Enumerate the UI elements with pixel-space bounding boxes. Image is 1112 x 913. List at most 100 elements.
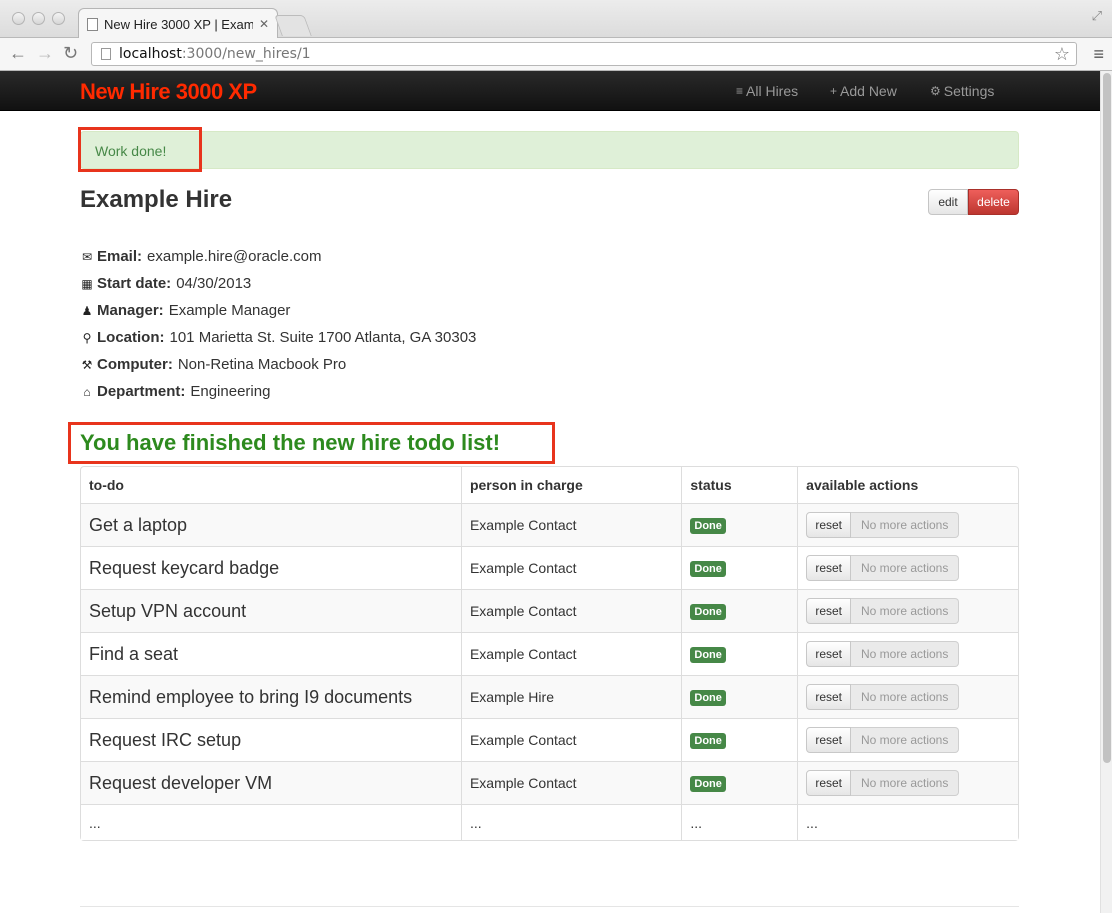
user-icon: ♟ (81, 303, 93, 318)
scrollbar-thumb[interactable] (1103, 73, 1111, 763)
no-more-actions-button: No more actions (851, 555, 960, 581)
navbar: New Hire 3000 XP ≡ All Hires + Add New ⚙… (0, 71, 1100, 111)
nav-link-label: Add New (840, 83, 897, 99)
task-cell: Request IRC setup (81, 718, 461, 761)
actions-cell: reset No more actions (797, 503, 1018, 546)
nav-settings[interactable]: ⚙ Settings (930, 83, 994, 99)
status-cell: Done (681, 589, 798, 632)
reset-button[interactable]: reset (806, 598, 852, 624)
address-bar[interactable]: localhost:3000/new_hires/1 ☆ (91, 42, 1077, 66)
footer-divider (80, 906, 1019, 907)
detail-label: Start date: (97, 275, 172, 292)
task-cell: Setup VPN account (81, 589, 461, 632)
status-badge: Done (690, 518, 726, 534)
nav-link-label: All Hires (746, 83, 799, 99)
calendar-icon: ▦ (81, 276, 93, 291)
status-cell: Done (681, 503, 798, 546)
table-header-row: to-do person in charge status available … (81, 467, 1018, 503)
person-cell: Example Contact (460, 503, 682, 546)
actions-cell: reset No more actions (797, 632, 1018, 675)
detail-label: Manager: (97, 302, 164, 319)
envelope-icon: ✉ (81, 249, 93, 264)
table-row: Request IRC setup Example Contact Done r… (81, 718, 1018, 761)
status-badge: Done (690, 776, 726, 792)
reset-button[interactable]: reset (806, 727, 852, 753)
status-cell: Done (681, 761, 798, 804)
success-alert: Work done! (80, 131, 1019, 169)
browser-toolbar: ← → ↻ localhost:3000/new_hires/1 ☆ ≡ (0, 38, 1112, 71)
detail-label: Computer: (97, 356, 173, 373)
tab-title: New Hire 3000 XP | Example Hire (104, 16, 253, 32)
detail-value: Non-Retina Macbook Pro (177, 356, 347, 373)
status-cell: Done (681, 718, 798, 761)
list-icon: ≡ (736, 84, 744, 98)
detail-value: example.hire@oracle.com (147, 248, 322, 265)
ellipsis-cell: ... (81, 804, 461, 840)
table-row: Setup VPN account Example Contact Done r… (81, 589, 1018, 632)
cog-icon: ⚙ (930, 84, 941, 98)
actions-cell: reset No more actions (797, 718, 1018, 761)
hire-details: ✉ Email: example.hire@oracle.com ▦ Start… (80, 243, 476, 405)
person-cell: Example Hire (460, 675, 682, 718)
actions-cell: reset No more actions (797, 761, 1018, 804)
status-badge: Done (690, 690, 726, 706)
task-cell: Remind employee to bring I9 documents (81, 675, 461, 718)
browser-titlebar: New Hire 3000 XP | Example Hire ✕ ⤢ (0, 0, 1112, 39)
todo-table: to-do person in charge status available … (80, 466, 1019, 841)
nav-link-label: Settings (943, 83, 995, 99)
table-row: Get a laptop Example Contact Done reset N… (81, 503, 1018, 546)
actions-cell: reset No more actions (797, 589, 1018, 632)
table-row: Request developer VM Example Contact Don… (81, 761, 1018, 804)
table-row: Find a seat Example Contact Done reset No… (81, 632, 1018, 675)
status-cell: Done (681, 632, 798, 675)
no-more-actions-button: No more actions (851, 684, 960, 710)
no-more-actions-button: No more actions (851, 641, 960, 667)
column-header: person in charge (460, 467, 681, 503)
detail-value: 101 Marietta St. Suite 1700 Atlanta, GA … (169, 329, 477, 346)
no-more-actions-button: No more actions (851, 598, 960, 624)
person-cell: Example Contact (460, 546, 682, 589)
ellipsis-cell: ... (460, 804, 682, 840)
nav-all-hires[interactable]: ≡ All Hires (736, 83, 798, 99)
reset-button[interactable]: reset (806, 770, 852, 796)
table-row-ellipsis: ... ... ... ... (81, 804, 1018, 840)
bookmark-star-icon[interactable]: ☆ (1054, 44, 1070, 65)
map-marker-icon: ⚲ (82, 330, 92, 345)
no-more-actions-button: No more actions (851, 512, 960, 538)
browser-tab[interactable]: New Hire 3000 XP | Example Hire ✕ (78, 8, 278, 39)
highlight-box (78, 127, 202, 172)
detail-value: Example Manager (168, 302, 291, 319)
person-cell: Example Contact (460, 632, 682, 675)
browser-menu-icon[interactable]: ≡ (1093, 44, 1104, 65)
reload-icon[interactable]: ↻ (63, 43, 78, 64)
reset-button[interactable]: reset (806, 684, 852, 710)
task-cell: Find a seat (81, 632, 461, 675)
scrollbar[interactable] (1100, 71, 1112, 913)
reset-button[interactable]: reset (806, 641, 852, 667)
detail-value: Engineering (190, 383, 271, 400)
zoom-window-icon[interactable] (52, 12, 65, 25)
tab-close-icon[interactable]: ✕ (259, 17, 269, 31)
column-header: available actions (797, 467, 1018, 503)
status-cell: Done (681, 675, 798, 718)
back-icon[interactable]: ← (9, 43, 27, 64)
close-window-icon[interactable] (12, 12, 25, 25)
no-more-actions-button: No more actions (851, 770, 960, 796)
new-tab-button[interactable] (274, 15, 312, 36)
status-cell: Done (681, 546, 798, 589)
task-cell: Request keycard badge (81, 546, 461, 589)
fullscreen-icon[interactable]: ⤢ (1092, 8, 1102, 24)
forward-icon[interactable]: → (36, 43, 54, 64)
brand-logo[interactable]: New Hire 3000 XP (80, 79, 257, 105)
nav-add-new[interactable]: + Add New (830, 83, 897, 99)
column-header: to-do (89, 477, 124, 493)
home-icon: ⌂ (83, 384, 91, 399)
edit-button[interactable]: edit (928, 189, 968, 215)
minimize-window-icon[interactable] (32, 12, 45, 25)
url-path: :3000/new_hires/1 (181, 46, 311, 62)
detail-label: Location: (97, 329, 165, 346)
delete-button[interactable]: delete (968, 189, 1019, 215)
person-cell: Example Contact (460, 589, 682, 632)
reset-button[interactable]: reset (806, 512, 852, 538)
reset-button[interactable]: reset (806, 555, 852, 581)
